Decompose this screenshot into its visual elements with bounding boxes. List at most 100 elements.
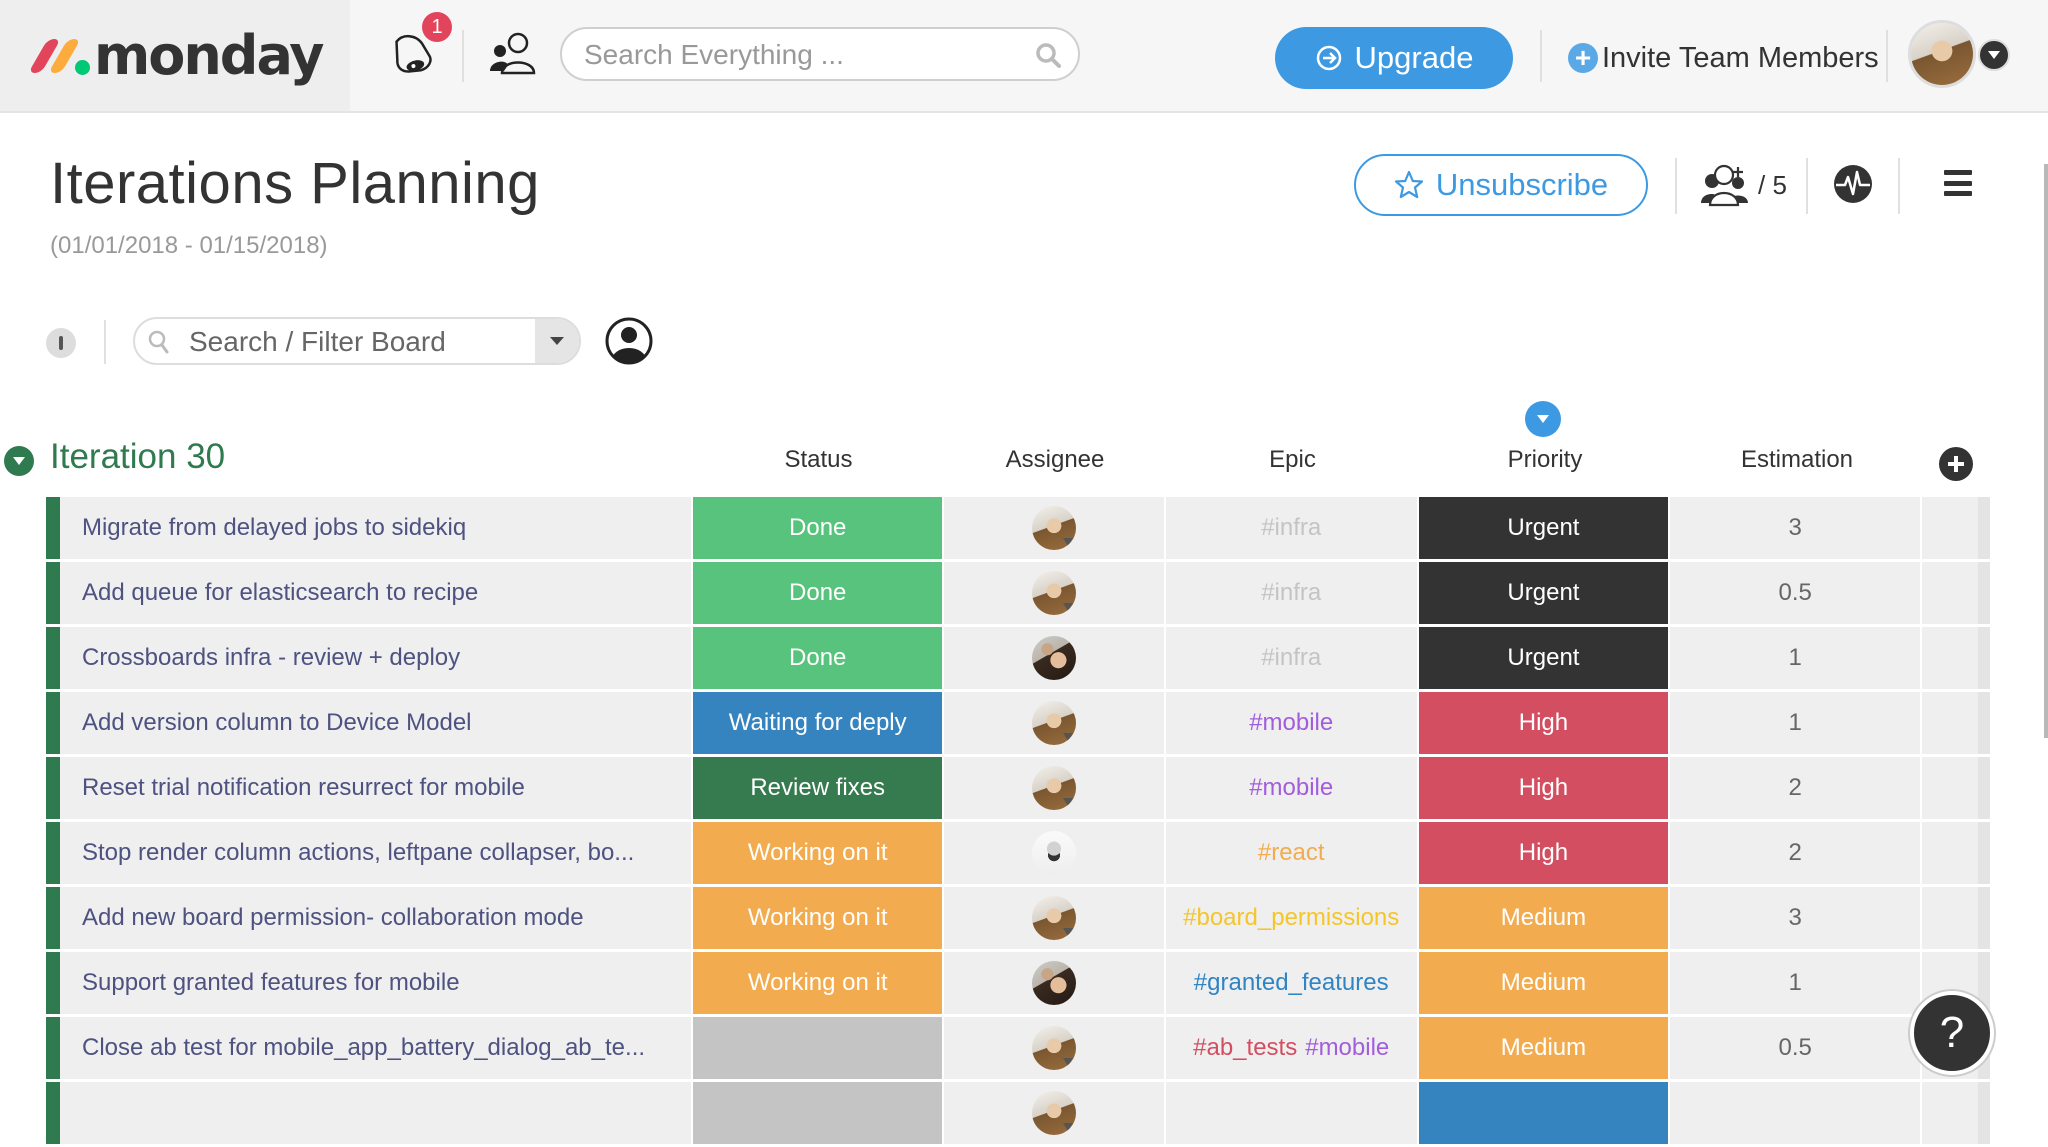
epic-tag[interactable]: #infra [1261,514,1321,542]
assignee-cell[interactable] [944,952,1164,1014]
table-row[interactable]: Close ab test for mobile_app_battery_dia… [46,1017,1990,1079]
column-header-priority[interactable]: Priority [1420,446,1670,476]
table-row[interactable]: Add new board permission- collaboration … [46,887,1990,949]
status-cell[interactable]: Working on it [693,952,943,1014]
priority-cell[interactable]: Urgent [1418,497,1669,559]
item-name-cell[interactable]: Migrate from delayed jobs to sidekiq [59,497,692,559]
epic-cell[interactable]: #mobile [1165,757,1417,819]
epic-tag[interactable]: #mobile [1249,774,1333,802]
user-menu-button[interactable] [1978,39,2010,71]
invite-team-members-button[interactable]: + Invite Team Members [1568,38,1879,78]
add-column-button[interactable] [1939,447,1973,481]
priority-cell[interactable]: Medium [1418,1017,1669,1079]
item-name-cell[interactable]: Stop render column actions, leftpane col… [59,822,692,884]
epic-cell[interactable]: #infra [1165,627,1417,689]
epic-cell[interactable]: #react [1165,822,1417,884]
board-members-button[interactable]: / 5 [1700,160,1787,210]
monday-logo[interactable]: monday [28,26,324,86]
priority-cell[interactable]: High [1418,822,1669,884]
table-row[interactable]: Migrate from delayed jobs to sidekiq Done… [46,497,1990,559]
assignee-cell[interactable] [944,757,1164,819]
status-cell[interactable]: Working on it [693,887,943,949]
epic-tag[interactable]: #react [1258,839,1325,867]
assignee-avatar[interactable] [1031,1091,1076,1135]
assignee-cell[interactable] [944,1082,1164,1144]
activity-log-button[interactable] [1833,164,1873,204]
assignee-cell[interactable] [944,562,1164,624]
column-header-status[interactable]: Status [694,446,943,476]
user-avatar[interactable] [1908,20,1976,88]
status-cell[interactable]: Working on it [693,822,943,884]
vertical-scrollbar[interactable] [2044,164,2048,738]
item-name-cell[interactable]: Close ab test for mobile_app_battery_dia… [59,1017,692,1079]
global-search[interactable] [560,27,1080,81]
column-sort-indicator[interactable] [1525,401,1561,437]
item-name-cell[interactable]: Reset trial notification resurrect for m… [59,757,692,819]
estimation-cell[interactable]: 1 [1670,627,1921,689]
table-row[interactable]: Add version column to Device Model Waitin… [46,692,1990,754]
priority-cell[interactable]: High [1418,757,1669,819]
table-row[interactable]: Stop render column actions, leftpane col… [46,822,1990,884]
assignee-avatar[interactable] [1031,1026,1076,1070]
assignee-avatar[interactable] [1031,571,1076,615]
assignee-avatar[interactable] [1031,701,1076,745]
priority-cell[interactable]: Medium [1418,887,1669,949]
epic-tag[interactable]: #board_permissions [1183,904,1399,932]
assignee-avatar[interactable] [1031,636,1076,680]
status-cell[interactable] [693,1082,943,1144]
priority-cell[interactable]: Urgent [1418,627,1669,689]
table-row[interactable]: Add queue for elasticsearch to recipe Don… [46,562,1990,624]
epic-cell[interactable] [1165,1082,1417,1144]
status-cell[interactable]: Waiting for deply [693,692,943,754]
assignee-avatar[interactable] [1031,766,1076,810]
table-row[interactable]: Crossboards infra - review + deploy Done #… [46,627,1990,689]
table-row[interactable]: Support granted features for mobile Worki… [46,952,1990,1014]
estimation-cell[interactable]: 3 [1670,497,1921,559]
priority-cell[interactable] [1418,1082,1669,1144]
epic-cell[interactable]: #mobile [1165,692,1417,754]
upgrade-button[interactable]: Upgrade [1275,27,1513,89]
priority-cell[interactable]: Medium [1418,952,1669,1014]
epic-tag[interactable]: #infra [1261,579,1321,607]
item-name-cell[interactable]: Add version column to Device Model [59,692,692,754]
estimation-cell[interactable]: 1 [1670,692,1921,754]
epic-cell[interactable]: #granted_features [1165,952,1417,1014]
epic-cell[interactable]: #infra [1165,497,1417,559]
item-name-cell[interactable] [59,1082,692,1144]
collapse-all-toggle[interactable] [46,328,76,358]
person-filter-button[interactable] [604,316,654,366]
column-header-epic[interactable]: Epic [1167,446,1418,476]
board-title[interactable]: Iterations Planning [50,150,540,217]
estimation-cell[interactable]: 0.5 [1670,1017,1921,1079]
epic-tag[interactable]: #infra [1261,644,1321,672]
assignee-avatar[interactable] [1031,896,1076,940]
column-header-assignee[interactable]: Assignee [945,446,1165,476]
status-cell[interactable]: Done [693,497,943,559]
epic-tag[interactable]: #granted_features [1194,969,1389,997]
estimation-cell[interactable]: 0.5 [1670,562,1921,624]
epic-tag[interactable]: #mobile [1305,1034,1389,1062]
assignee-cell[interactable] [944,1017,1164,1079]
assignee-cell[interactable] [944,887,1164,949]
assignee-cell[interactable] [944,822,1164,884]
search-icon[interactable] [1034,41,1062,69]
assignee-cell[interactable] [944,627,1164,689]
item-name-cell[interactable]: Support granted features for mobile [59,952,692,1014]
status-cell[interactable] [693,1017,943,1079]
board-menu-button[interactable] [1944,170,1972,196]
priority-cell[interactable]: Urgent [1418,562,1669,624]
help-button[interactable]: ? [1910,991,1994,1075]
epic-cell[interactable]: #ab_tests #mobile [1165,1017,1417,1079]
assignee-avatar[interactable] [1031,831,1076,875]
status-cell[interactable]: Done [693,562,943,624]
item-name-cell[interactable]: Crossboards infra - review + deploy [59,627,692,689]
estimation-cell[interactable]: 1 [1670,952,1921,1014]
group-collapse-toggle[interactable] [4,446,34,476]
estimation-cell[interactable]: 3 [1670,887,1921,949]
assignee-avatar[interactable] [1031,506,1076,550]
table-row[interactable]: Reset trial notification resurrect for m… [46,757,1990,819]
column-header-estimation[interactable]: Estimation [1672,446,1922,476]
estimation-cell[interactable]: 2 [1670,757,1921,819]
board-filter-input[interactable] [189,325,519,359]
assignee-cell[interactable] [944,497,1164,559]
